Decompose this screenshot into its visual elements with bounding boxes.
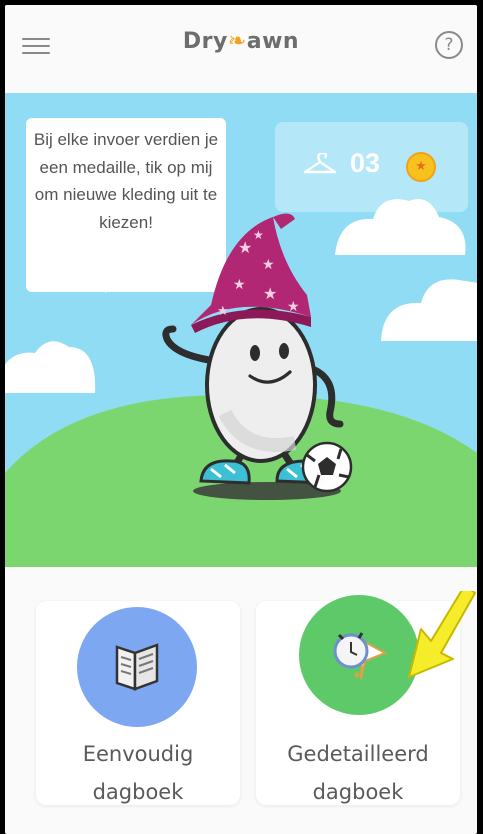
svg-text:★: ★ <box>217 304 229 319</box>
svg-text:★: ★ <box>263 284 277 303</box>
svg-text:★: ★ <box>233 277 246 293</box>
app-logo: Dry❧awn <box>182 29 300 54</box>
mascot-scene: Bij elke invoer verdien je een medaille,… <box>5 93 477 567</box>
alarm-clock-icon <box>333 632 388 680</box>
simple-diary-circle <box>77 607 197 727</box>
detailed-diary-label: Gedetailleerd dagboek <box>287 742 429 804</box>
svg-text:★: ★ <box>287 299 300 315</box>
pointer-arrow-icon <box>408 591 476 678</box>
drop-icon: ❧ <box>227 29 247 54</box>
svg-text:★: ★ <box>262 257 275 273</box>
app-header: Dry❧awn ? <box>5 5 477 93</box>
app-screen: Dry❧awn ? Bij elke invoer verdien je een… <box>5 5 477 834</box>
svg-text:★: ★ <box>238 238 252 257</box>
mascot-character[interactable]: ★ ★ ★ ★ ★ ★ ★ <box>5 93 477 567</box>
svg-text:★: ★ <box>253 228 264 242</box>
simple-diary-label: Eenvoudig dagboek <box>82 742 194 804</box>
question-circle-icon[interactable]: ? <box>435 31 463 59</box>
simple-diary-card[interactable]: Eenvoudig dagboek <box>36 601 240 805</box>
open-book-icon <box>115 643 159 691</box>
detailed-diary-circle <box>299 595 419 715</box>
